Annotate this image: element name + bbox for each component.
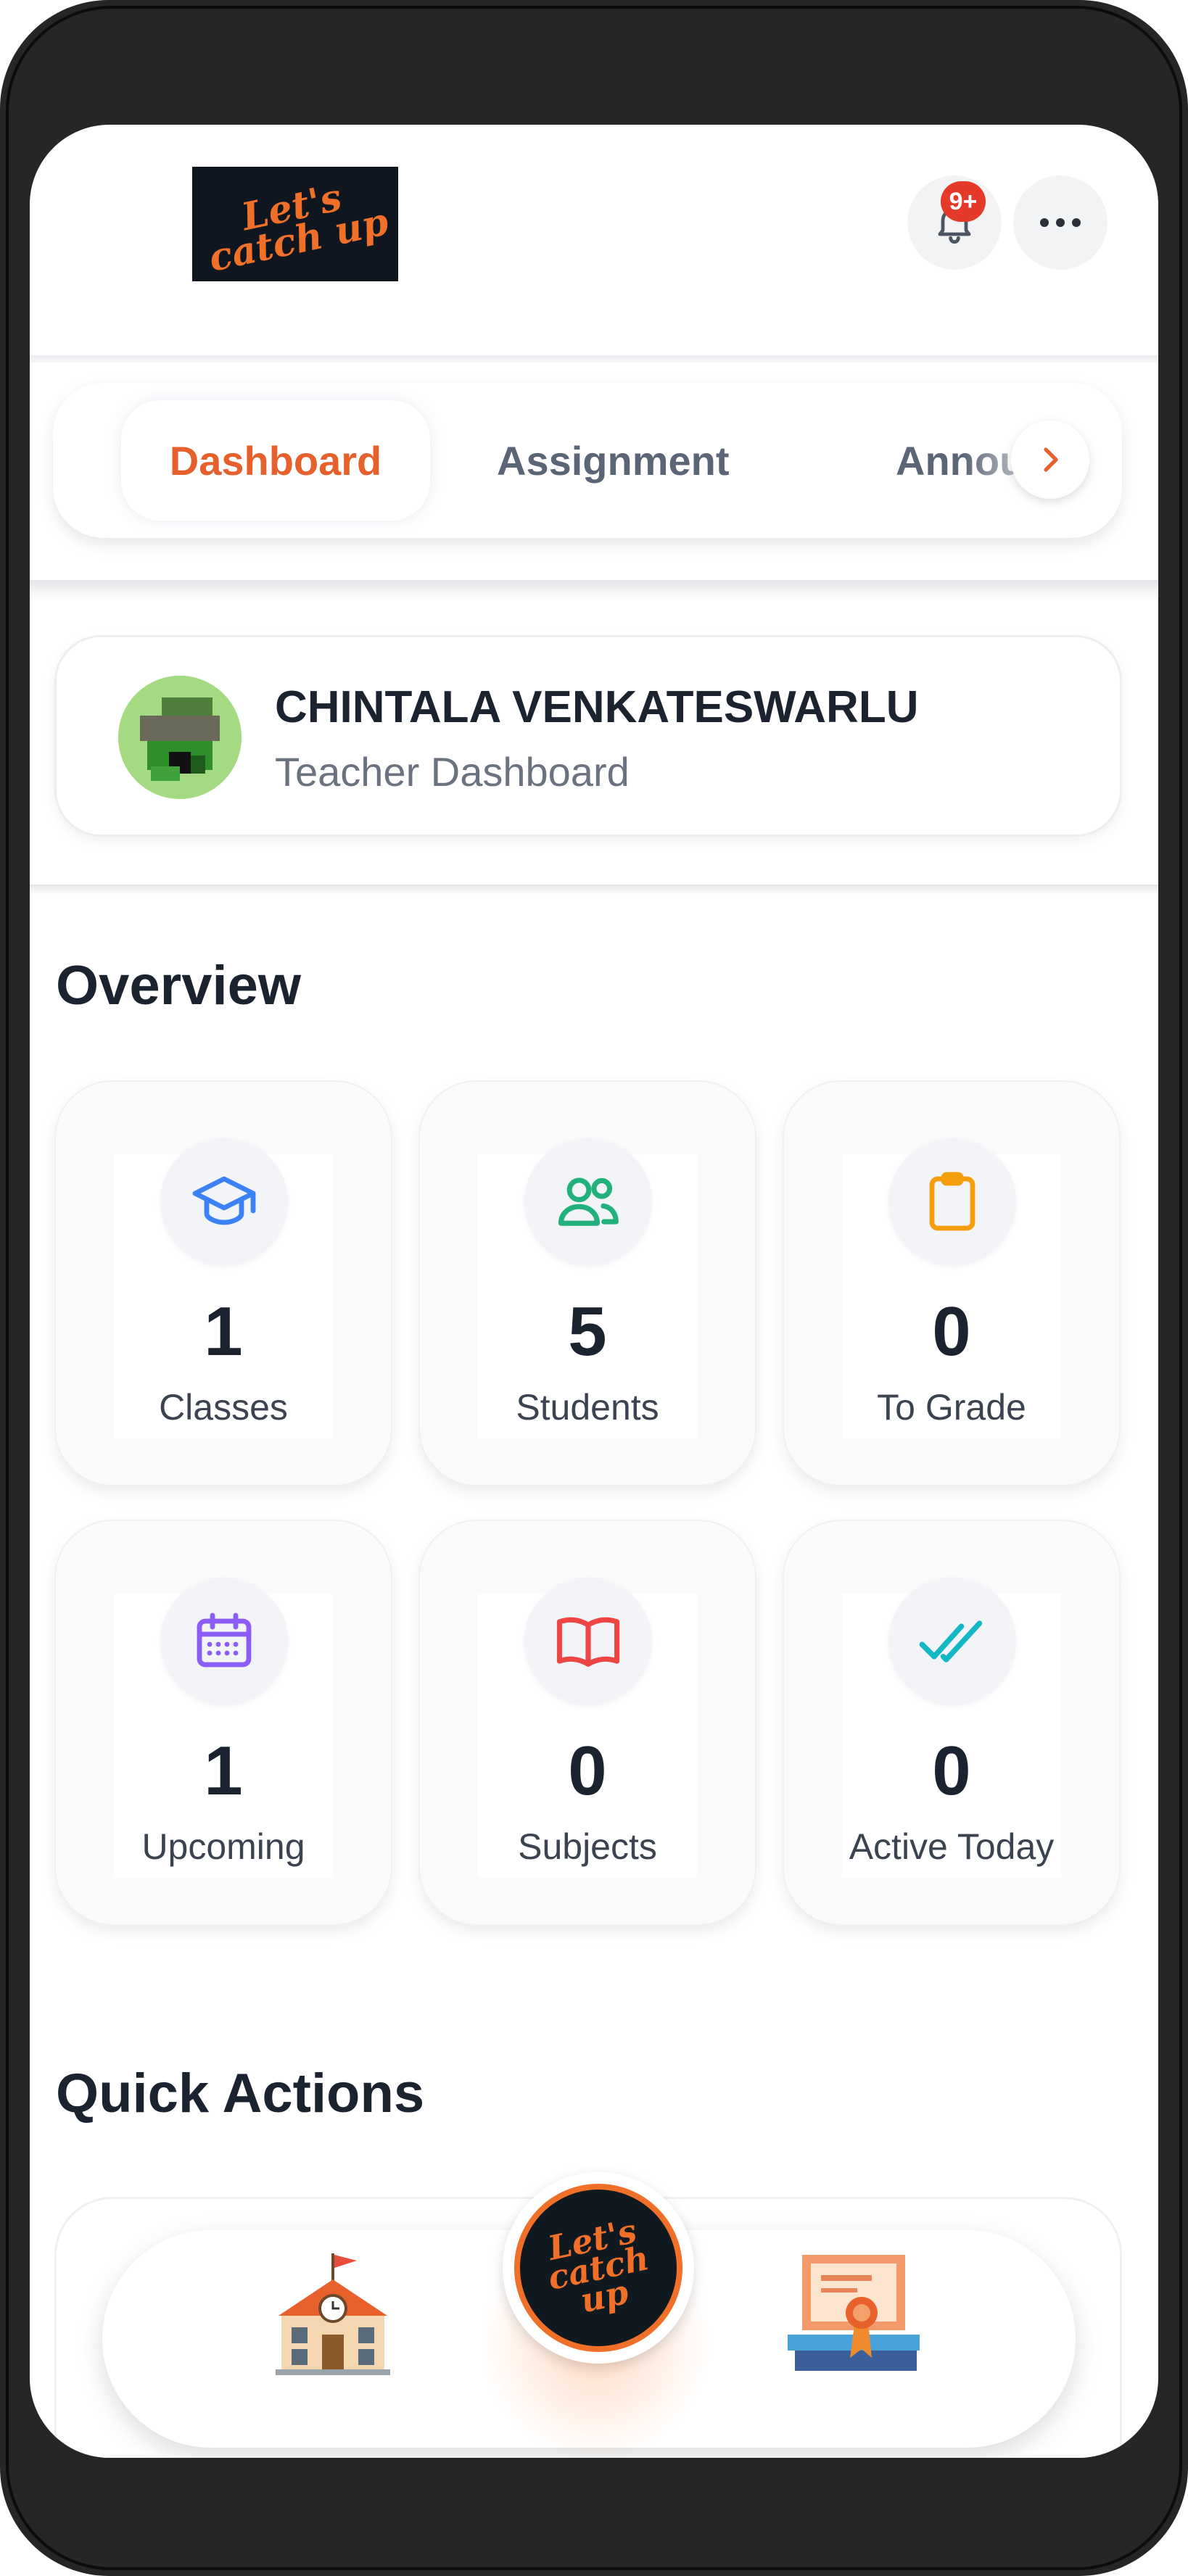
stat-icon-wrap — [160, 1138, 288, 1266]
tab-bar: Dashboard Assignment Announcements — [53, 383, 1122, 538]
profile-divider — [30, 885, 1158, 895]
stat-value: 1 — [204, 1732, 243, 1810]
more-menu-button[interactable] — [1013, 175, 1107, 270]
stat-value: 5 — [568, 1293, 607, 1370]
stat-value: 0 — [568, 1732, 607, 1810]
notifications-button[interactable]: 9+ — [907, 175, 1002, 270]
home-logo-text: Let's catch up — [544, 2211, 653, 2321]
more-horizontal-icon — [1040, 218, 1081, 227]
home-logo-icon: Let's catch up — [514, 2184, 682, 2352]
quick-actions-title: Quick Actions — [56, 2063, 425, 2124]
stat-icon-wrap — [888, 1578, 1016, 1705]
stat-card-subjects[interactable]: 0 Subjects — [418, 1520, 756, 1926]
stat-label: To Grade — [877, 1387, 1026, 1428]
app-logo[interactable]: Let's catch up — [192, 167, 398, 281]
nav-certificate-button[interactable] — [781, 2242, 926, 2387]
stat-label: Subjects — [518, 1826, 657, 1867]
stat-card-classes[interactable]: 1 Classes — [54, 1080, 392, 1486]
stat-label: Active Today — [849, 1826, 1055, 1867]
tabs-divider — [30, 580, 1158, 602]
chevron-right-icon — [1044, 447, 1058, 472]
nav-home-button[interactable]: Let's catch up — [503, 2172, 694, 2364]
book-open-icon — [556, 1617, 620, 1667]
tab-dashboard[interactable]: Dashboard — [121, 400, 430, 521]
notification-badge: 9+ — [941, 181, 986, 222]
stat-value: 0 — [932, 1293, 971, 1370]
stat-icon-wrap — [524, 1578, 652, 1705]
stat-card-active-today[interactable]: 0 Active Today — [783, 1520, 1121, 1926]
app-screen: Let's catch up 9+ Dashboard Assignment A… — [30, 125, 1158, 2458]
header-divider — [30, 355, 1158, 363]
graduation-cap-icon — [192, 1176, 256, 1225]
profile-role: Teacher Dashboard — [275, 749, 630, 795]
tabs-next-button[interactable] — [1011, 421, 1089, 499]
stat-icon-wrap — [888, 1138, 1016, 1266]
school-building-icon — [276, 2253, 390, 2375]
nav-school-button[interactable] — [260, 2242, 405, 2387]
clipboard-icon — [929, 1172, 975, 1231]
app-logo-text: Let's catch up — [205, 175, 392, 281]
calendar-icon — [197, 1612, 252, 1668]
stat-value: 1 — [204, 1293, 243, 1370]
certificate-icon — [788, 2255, 920, 2371]
stat-icon-wrap — [524, 1138, 652, 1266]
stat-card-to-grade[interactable]: 0 To Grade — [783, 1080, 1121, 1486]
stat-label: Upcoming — [141, 1826, 305, 1867]
stat-icon-wrap — [160, 1578, 288, 1705]
double-check-icon — [919, 1620, 983, 1662]
overview-title: Overview — [56, 955, 301, 1016]
profile-name: CHINTALA VENKATESWARLU — [275, 682, 919, 732]
stat-label: Students — [516, 1387, 659, 1428]
stat-card-upcoming[interactable]: 1 Upcoming — [54, 1520, 392, 1926]
users-icon — [558, 1177, 619, 1226]
stat-value: 0 — [932, 1732, 971, 1810]
avatar[interactable] — [118, 676, 242, 799]
stat-label: Classes — [159, 1387, 288, 1428]
avatar-image — [118, 676, 242, 799]
tab-assignment[interactable]: Assignment — [497, 400, 730, 521]
stat-card-students[interactable]: 5 Students — [418, 1080, 756, 1486]
